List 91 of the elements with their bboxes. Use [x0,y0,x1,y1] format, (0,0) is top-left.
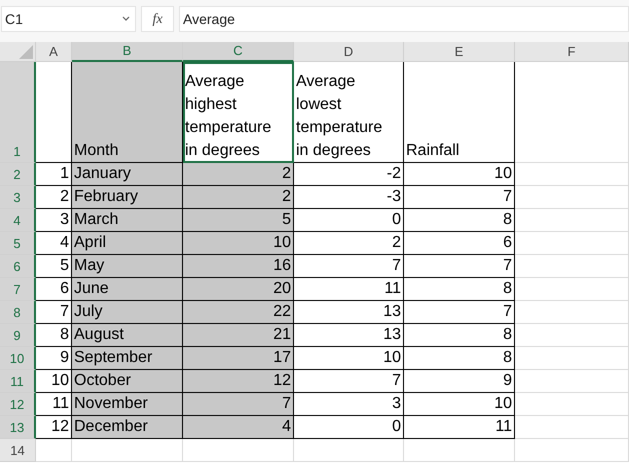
table-cell[interactable]: Month [72,62,183,163]
table-cell[interactable]: 22 [183,301,294,324]
row-header[interactable]: 7 [0,278,36,301]
table-cell[interactable]: 8 [404,209,515,232]
triangle-icon [19,45,33,59]
table-cell[interactable]: 9 [36,347,72,370]
row-header[interactable]: 14 [0,439,36,462]
column-header[interactable]: F [515,42,629,62]
table-cell[interactable]: 12 [183,370,294,393]
table-cell[interactable]: 8 [404,347,515,370]
table-cell[interactable]: July [72,301,183,324]
function-button[interactable]: fx [141,6,174,32]
column-header[interactable]: C [183,42,294,62]
table-cell[interactable]: 7 [183,393,294,416]
row-header[interactable]: 4 [0,209,36,232]
row-header[interactable]: 5 [0,232,36,255]
row-header[interactable]: 13 [0,416,36,439]
table-cell[interactable]: 17 [183,347,294,370]
table-cell[interactable]: 12 [36,416,72,439]
table-cell[interactable]: 8 [404,278,515,301]
table-cell[interactable]: 21 [183,324,294,347]
table-cell[interactable]: 3 [294,393,404,416]
table-cell[interactable]: 10 [36,370,72,393]
table-cell[interactable]: 5 [183,209,294,232]
table-cell[interactable]: 10 [404,163,515,186]
table-cell[interactable]: 2 [294,232,404,255]
table-cell[interactable]: 4 [183,416,294,439]
table-cell[interactable]: September [72,347,183,370]
table-cell[interactable]: 0 [294,209,404,232]
table-cell[interactable]: 2 [183,163,294,186]
table-cell[interactable]: 0 [294,416,404,439]
table-cell[interactable]: 7 [404,255,515,278]
table-cell[interactable]: 11 [404,416,515,439]
table-cell[interactable]: -3 [294,186,404,209]
table-cell[interactable]: April [72,232,183,255]
row-header[interactable]: 10 [0,347,36,370]
table-cell[interactable]: 10 [404,393,515,416]
table-cell[interactable]: August [72,324,183,347]
table-cell[interactable]: 2 [36,186,72,209]
table-cell[interactable]: June [72,278,183,301]
column-header[interactable]: E [404,42,515,62]
table-cell[interactable]: 13 [294,324,404,347]
row-header[interactable]: 9 [0,324,36,347]
table-cell[interactable]: 1 [36,163,72,186]
row-header[interactable]: 3 [0,186,36,209]
table-cell[interactable]: 10 [294,347,404,370]
table-cell[interactable]: January [72,163,183,186]
table-cell[interactable]: 8 [36,324,72,347]
row-header[interactable]: 2 [0,163,36,186]
table-cell[interactable]: 8 [404,324,515,347]
column-header[interactable]: A [36,42,72,62]
table-cell[interactable]: 9 [404,370,515,393]
table-cell[interactable]: 6 [36,278,72,301]
table-cell[interactable]: 7 [404,301,515,324]
column-header[interactable]: D [294,42,404,62]
select-all-corner[interactable] [0,42,36,62]
table-cell[interactable] [36,62,72,163]
table-cell[interactable]: 2 [183,186,294,209]
table-cell[interactable]: May [72,255,183,278]
table-cell[interactable]: 10 [183,232,294,255]
table-cell[interactable]: 4 [36,232,72,255]
table-cell[interactable]: 3 [36,209,72,232]
row-header[interactable]: 6 [0,255,36,278]
table-cell[interactable]: 5 [36,255,72,278]
table-cell[interactable]: -2 [294,163,404,186]
table-cell[interactable]: 13 [294,301,404,324]
table-cell[interactable]: 7 [36,301,72,324]
table-cell[interactable]: Average lowest temperature in degrees [294,62,404,163]
table-cell[interactable]: March [72,209,183,232]
name-box[interactable]: C1 [1,6,136,32]
table-cell[interactable]: Average highest temperature in degrees [183,62,294,163]
column-header[interactable]: B [72,42,183,62]
table-cell[interactable]: Rainfall [404,62,515,163]
table-cell[interactable]: 7 [294,370,404,393]
table-cell[interactable]: February [72,186,183,209]
table-cell[interactable]: December [72,416,183,439]
row-header[interactable]: 12 [0,393,36,416]
table-cell[interactable]: 6 [404,232,515,255]
table-cell[interactable]: 20 [183,278,294,301]
table-cell[interactable]: October [72,370,183,393]
table-cell[interactable]: 16 [183,255,294,278]
table-cell[interactable]: 7 [294,255,404,278]
row-header[interactable]: 8 [0,301,36,324]
table-cell[interactable]: 11 [36,393,72,416]
row-header[interactable]: 11 [0,370,36,393]
chevron-icon [122,16,130,22]
table-cell[interactable]: 11 [294,278,404,301]
row-header[interactable]: 1 [0,62,36,163]
table-cell[interactable]: November [72,393,183,416]
table-cell[interactable]: 7 [404,186,515,209]
formula-field[interactable]: Average [179,6,629,32]
